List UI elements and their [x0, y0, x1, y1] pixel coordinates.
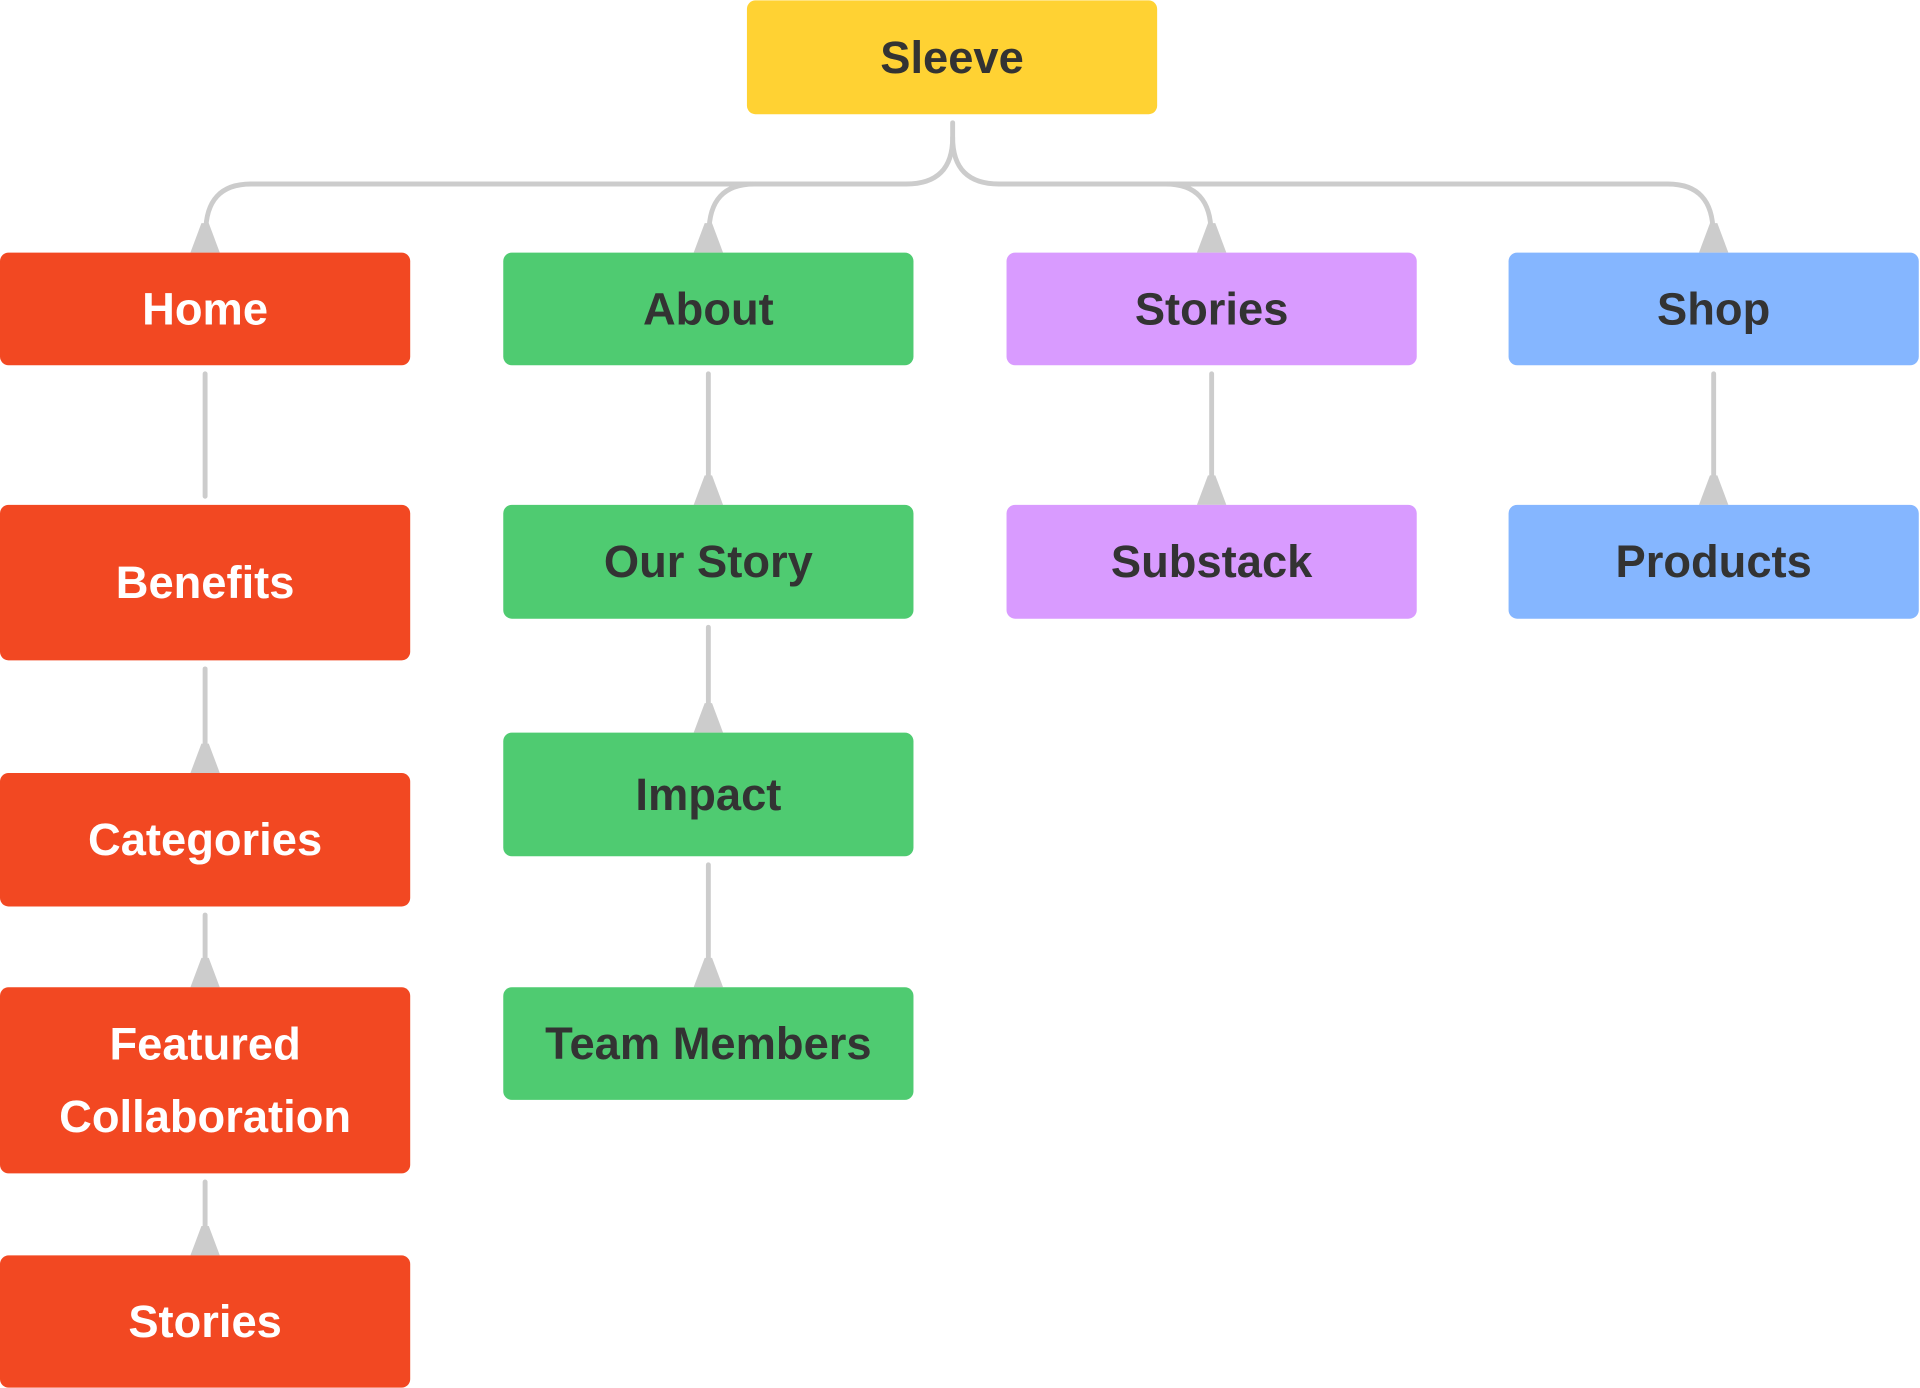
node-team-members[interactable]: Team Members	[503, 987, 914, 1100]
node-stories[interactable]: Stories	[1006, 252, 1417, 366]
node-impact[interactable]: Impact	[503, 732, 914, 857]
node-categories[interactable]: Categories	[0, 772, 411, 907]
arrow-head-icon	[1196, 223, 1227, 253]
node-label: Benefits	[116, 557, 295, 608]
nodes: Sleeve Home Benefits Categories Featured Coll…	[0, 0, 1919, 1388]
node-stories[interactable]: Stories	[0, 1255, 411, 1388]
node-our-story[interactable]: Our Story	[503, 504, 914, 619]
arrow-head-icon	[693, 475, 724, 505]
node-box	[0, 987, 411, 1174]
node-label: Substack	[1111, 536, 1313, 587]
node-substack[interactable]: Substack	[1006, 504, 1417, 619]
node-shop[interactable]: Shop	[1508, 252, 1919, 366]
arrow-head-icon	[693, 223, 724, 253]
arrow-head-icon	[693, 957, 724, 988]
arrow-head-icon	[190, 743, 220, 773]
connector-root-stories	[1163, 181, 1214, 236]
node-label: Products	[1616, 536, 1812, 587]
node-label: Team Members	[545, 1018, 871, 1069]
sitemap-diagram: Sleeve Home Benefits Categories Featured Coll…	[0, 0, 1919, 1388]
node-label: Home	[142, 283, 268, 334]
node-label: About	[643, 283, 774, 334]
arrow-head-icon	[1698, 223, 1729, 253]
arrow-head-icon	[1698, 475, 1729, 505]
node-about[interactable]: About	[503, 252, 914, 366]
arrow-head-icon	[190, 1226, 220, 1256]
node-products[interactable]: Products	[1508, 504, 1919, 619]
connector-root-about	[706, 181, 757, 236]
connector-root-shop	[950, 135, 1716, 236]
node-label: Categories	[88, 814, 322, 865]
node-home[interactable]: Home	[0, 252, 411, 366]
node-benefits[interactable]: Benefits	[0, 504, 411, 661]
node-label: Our Story	[604, 536, 813, 587]
node-label: Stories	[128, 1296, 282, 1347]
node-label: Featured	[109, 1019, 300, 1070]
node-label: Shop	[1657, 283, 1770, 334]
arrow-head-icon	[693, 703, 724, 733]
node-label: Stories	[1135, 283, 1289, 334]
node-featured-collaboration[interactable]: Featured Collaboration	[0, 987, 411, 1174]
arrow-head-icon	[190, 957, 220, 988]
node-sleeve[interactable]: Sleeve	[746, 0, 1158, 115]
node-label: Impact	[635, 769, 781, 820]
arrow-head-icon	[1196, 475, 1227, 505]
connector-root-home	[203, 120, 956, 236]
connectors	[190, 120, 1729, 1256]
arrow-head-icon	[190, 223, 220, 253]
node-label: Sleeve	[880, 32, 1024, 83]
node-label: Collaboration	[59, 1091, 351, 1142]
